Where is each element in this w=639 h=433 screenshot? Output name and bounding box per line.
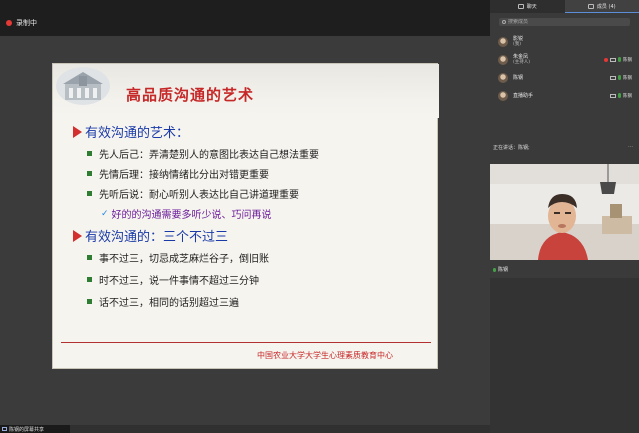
microphone-icon[interactable] — [618, 75, 621, 80]
bullet-item: 先情后理：接纳情绪比分出对错更重要 — [87, 166, 269, 181]
recording-bar: 录制中 — [0, 0, 490, 36]
screen-share-icon — [610, 75, 616, 80]
mic-label: 陈钢 — [623, 75, 632, 81]
bullet-text: 先情后理：接纳情绪比分出对错更重要 — [99, 170, 269, 181]
speaker-video[interactable] — [490, 164, 639, 260]
recording-indicator[interactable]: 录制中 — [6, 17, 37, 29]
recording-label: 录制中 — [16, 19, 37, 27]
bullet-text: 先听后说：耐心听别人表达比自己讲道理重要 — [99, 190, 299, 201]
screen-share-label: 陈钢的屏幕共享 — [9, 426, 45, 433]
screen-share-icon — [610, 57, 616, 62]
slide-title: 高品质沟通的艺术 — [126, 86, 255, 104]
video-speaker-name: 陈钢 — [498, 267, 509, 273]
tab-label: 聊天 — [526, 4, 537, 10]
square-bullet-icon — [87, 191, 92, 196]
sub-bullet-text: 好的的沟通需要多听少说、巧问再说 — [111, 210, 272, 221]
member-search-input[interactable] — [508, 19, 618, 25]
mic-label: 陈钢 — [623, 57, 632, 63]
square-bullet-icon — [87, 151, 92, 156]
section-heading-1: 有效沟通的艺术： — [73, 122, 189, 141]
avatar — [498, 36, 508, 47]
avatar — [498, 90, 508, 101]
member-item[interactable]: 朱金凤 (主持人) 陈钢 — [498, 51, 632, 68]
speaking-indicator: 正在讲话：陈钢; … — [493, 143, 639, 151]
tab-label: 成员 (4) — [596, 3, 616, 10]
search-icon — [502, 20, 506, 24]
sub-bullet-item: ✓ 好的的沟通需要多听少说、巧问再说 — [101, 206, 272, 222]
record-dot-icon — [604, 57, 608, 62]
member-item[interactable]: 直播助手 陈钢 — [498, 87, 632, 104]
slide-footer: 中国农业大学大学生心理素质教育中心 — [257, 351, 393, 360]
panel-empty-area — [490, 278, 639, 433]
bullet-item: 话不过三，相同的话别超过三遍 — [87, 294, 239, 309]
tab-chat[interactable]: 聊天 — [490, 0, 565, 13]
member-name: 陈钢 — [513, 74, 524, 81]
footer-divider — [61, 342, 431, 343]
checkmark-icon: ✓ — [101, 208, 109, 219]
presentation-slide: 高品质沟通的艺术 有效沟通的艺术： 先人后己：弄清楚别人的意图比表达自己想法重要… — [52, 63, 439, 369]
bullet-item: 先人后己：弄清楚别人的意图比表达自己想法重要 — [87, 146, 319, 161]
bullet-text: 先人后己：弄清楚别人的意图比表达自己想法重要 — [99, 150, 319, 161]
bullet-text: 时不过三，说一件事情不超过三分钟 — [99, 276, 259, 287]
video-name-label: 陈钢 — [493, 266, 508, 273]
bullet-item: 先听后说：耐心听别人表达比自己讲道理重要 — [87, 186, 299, 201]
shared-screen-area: 录制中 高品质沟通的艺术 有效沟通的艺术： 先人后己：弄清楚别人的意图比表达自己… — [0, 0, 490, 433]
microphone-icon — [493, 267, 496, 272]
chat-icon — [517, 4, 524, 9]
more-options-icon[interactable]: … — [628, 143, 633, 149]
avatar — [498, 54, 508, 65]
member-item[interactable]: 陈钢 陈钢 — [498, 69, 632, 86]
meeting-window: 录制中 高品质沟通的艺术 有效沟通的艺术： 先人后己：弄清楚别人的意图比表达自己… — [0, 0, 639, 433]
arrow-bullet-icon — [73, 125, 82, 138]
speaker-video-frame — [490, 164, 639, 260]
square-bullet-icon — [87, 171, 92, 176]
members-icon — [587, 3, 594, 9]
bullet-text: 话不过三，相同的话别超过三遍 — [99, 298, 239, 309]
square-bullet-icon — [87, 277, 92, 282]
microphone-icon[interactable] — [618, 57, 621, 62]
bullet-text: 事不过三，切忌成芝麻烂谷子，倒旧账 — [99, 254, 269, 265]
bullet-item: 时不过三，说一件事情不超过三分钟 — [87, 272, 259, 287]
arrow-bullet-icon — [73, 229, 82, 242]
university-building-logo-icon — [56, 67, 110, 105]
screen-share-icon — [2, 427, 7, 431]
record-dot-icon — [6, 20, 12, 26]
section-heading-text: 有效沟通的艺术： — [85, 126, 190, 141]
square-bullet-icon — [87, 299, 92, 304]
panel-tabs: 聊天 成员 (4) — [490, 0, 639, 13]
member-role: (主持人) — [513, 59, 531, 65]
speaking-label: 正在讲话：陈钢; — [493, 144, 530, 151]
square-bullet-icon — [87, 255, 92, 260]
screen-share-status[interactable]: 陈钢的屏幕共享 — [0, 425, 70, 433]
section-heading-2: 有效沟通的：三个不过三 — [73, 226, 228, 245]
tab-members[interactable]: 成员 (4) — [564, 0, 639, 13]
avatar — [498, 72, 508, 83]
member-search[interactable] — [499, 18, 630, 26]
section-heading-text: 有效沟通的：三个不过三 — [85, 230, 229, 245]
bullet-item: 事不过三，切忌成芝麻烂谷子，倒旧账 — [87, 250, 269, 265]
microphone-icon[interactable] — [618, 93, 621, 98]
member-role: (我) — [513, 41, 522, 47]
member-item[interactable]: 影锐 (我) — [498, 33, 632, 50]
mic-label: 陈钢 — [623, 93, 632, 99]
screen-share-icon — [610, 93, 616, 98]
member-name: 直播助手 — [513, 92, 534, 99]
slide-banner: 高品质沟通的艺术 — [53, 64, 439, 118]
